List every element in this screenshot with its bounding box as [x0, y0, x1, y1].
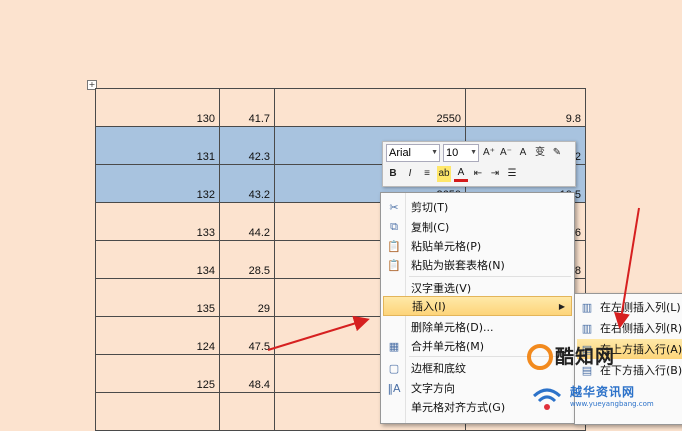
- annotation-arrow-left: [267, 315, 370, 351]
- watermark-logo-icon: [527, 344, 553, 370]
- watermark-url: www.yueyangbang.com: [570, 400, 654, 408]
- watermark-wifi-icon: [532, 388, 562, 410]
- watermark-site-name: 越华资讯网: [570, 385, 636, 399]
- watermark-logo-text: 酷知网: [555, 346, 616, 368]
- annotation-arrow-right: [614, 207, 640, 329]
- watermark: 酷知网 越华资讯网 www.yueyangbang.com: [525, 338, 682, 420]
